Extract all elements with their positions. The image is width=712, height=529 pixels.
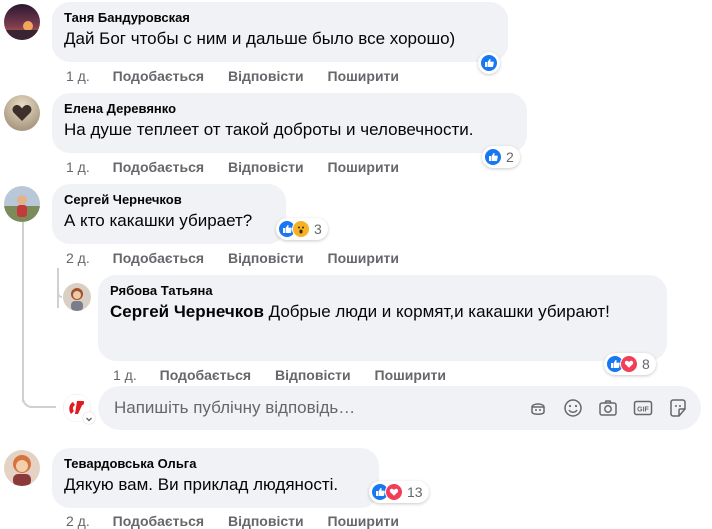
comment-author[interactable]: Таня Бандуровская	[64, 10, 496, 26]
comment-actions: 2 д. Подобається Відповісти Поширити	[66, 250, 419, 266]
sticker-icon[interactable]	[528, 398, 548, 418]
like-icon	[484, 148, 502, 166]
love-icon	[385, 483, 403, 501]
reaction-summary[interactable]: 13	[369, 481, 429, 503]
comment-text: Дякую вам. Ви приклад людяності.	[64, 475, 339, 494]
chevron-down-icon[interactable]	[83, 412, 95, 424]
reply-button[interactable]: Відповісти	[228, 159, 304, 175]
comment-author[interactable]: Елена Деревянко	[64, 101, 515, 117]
love-icon	[620, 355, 638, 373]
gif-icon[interactable]: GIF	[633, 398, 653, 418]
comment-actions: 2 д. Подобається Відповісти Поширити	[66, 513, 419, 529]
thread-line	[22, 222, 24, 402]
comment-text: Дай Бог чтобы с ним и дальше было все хо…	[64, 29, 456, 48]
comment-actions: 1 д. Подобається Відповісти Поширити	[113, 367, 466, 383]
share-button[interactable]: Поширити	[328, 513, 400, 529]
share-button[interactable]: Поширити	[328, 250, 400, 266]
reaction-summary[interactable]: 8	[604, 353, 656, 375]
reaction-count: 13	[407, 484, 423, 500]
reaction-count: 3	[314, 221, 322, 237]
comment-bubble: Таня Бандуровская Дай Бог чтобы с ним и …	[52, 2, 508, 62]
avatar[interactable]	[4, 95, 40, 131]
avatar[interactable]	[4, 186, 40, 222]
comment-bubble: Тевардовська Ольга Дякую вам. Ви приклад…	[52, 448, 379, 508]
avatar[interactable]	[4, 4, 40, 40]
comment-bubble: Елена Деревянко На душе теплеет от такой…	[52, 93, 527, 153]
emoji-icon[interactable]	[563, 398, 583, 418]
reply-button[interactable]: Відповісти	[228, 250, 304, 266]
comment-actions: 1 д. Подобається Відповісти Поширити	[66, 68, 419, 84]
reaction-summary[interactable]: 2	[482, 146, 520, 168]
comment-timestamp[interactable]: 1 д.	[113, 367, 137, 383]
svg-text:GIF: GIF	[637, 407, 649, 414]
thread-connector	[57, 282, 62, 298]
avatar[interactable]	[63, 283, 91, 311]
reply-composer: GIF	[98, 386, 701, 430]
comment-author[interactable]: Тевардовська Ольга	[64, 456, 367, 472]
reply-button[interactable]: Відповісти	[228, 68, 304, 84]
comment-text: А кто какашки убирает?	[64, 211, 253, 230]
share-button[interactable]: Поширити	[328, 68, 400, 84]
reply-button[interactable]: Відповісти	[275, 367, 351, 383]
camera-icon[interactable]	[598, 398, 618, 418]
reply-button[interactable]: Відповісти	[228, 513, 304, 529]
reply-input[interactable]	[114, 397, 514, 419]
comment-bubble: Сергей Чернечков А кто какашки убирает?	[52, 184, 286, 244]
mention-link[interactable]: Сергей Чернечков	[110, 302, 264, 321]
comment-timestamp[interactable]: 2 д.	[66, 250, 90, 266]
comment-actions: 1 д. Подобається Відповісти Поширити	[66, 159, 419, 175]
wow-icon	[292, 220, 310, 238]
reaction-count: 8	[642, 356, 650, 372]
like-button[interactable]: Подобається	[160, 367, 251, 383]
avatar[interactable]	[4, 450, 40, 486]
comment-timestamp[interactable]: 1 д.	[66, 159, 90, 175]
comment-author[interactable]: Сергей Чернечков	[64, 192, 274, 208]
reaction-summary[interactable]: 3	[276, 218, 328, 240]
reaction-count: 2	[506, 149, 514, 165]
like-button[interactable]: Подобається	[113, 250, 204, 266]
like-button[interactable]: Подобається	[113, 159, 204, 175]
comment-timestamp[interactable]: 2 д.	[66, 513, 90, 529]
like-button[interactable]: Подобається	[113, 513, 204, 529]
comment-text: Сергей Чернечков Добрые люди и кормят,и …	[110, 302, 610, 321]
like-button[interactable]: Подобається	[113, 68, 204, 84]
reply-bubble: Рябова Татьяна Сергей Чернечков Добрые л…	[98, 275, 667, 361]
comment-text: На душе теплеет от такой доброты и челов…	[64, 120, 474, 139]
like-icon	[480, 54, 498, 72]
sticker-face-icon[interactable]	[668, 398, 688, 418]
comment-author[interactable]: Рябова Татьяна	[110, 283, 655, 299]
comment-timestamp[interactable]: 1 д.	[66, 68, 90, 84]
share-button[interactable]: Поширити	[375, 367, 447, 383]
reaction-summary[interactable]	[478, 52, 500, 74]
thread-connector	[22, 388, 56, 408]
share-button[interactable]: Поширити	[328, 159, 400, 175]
